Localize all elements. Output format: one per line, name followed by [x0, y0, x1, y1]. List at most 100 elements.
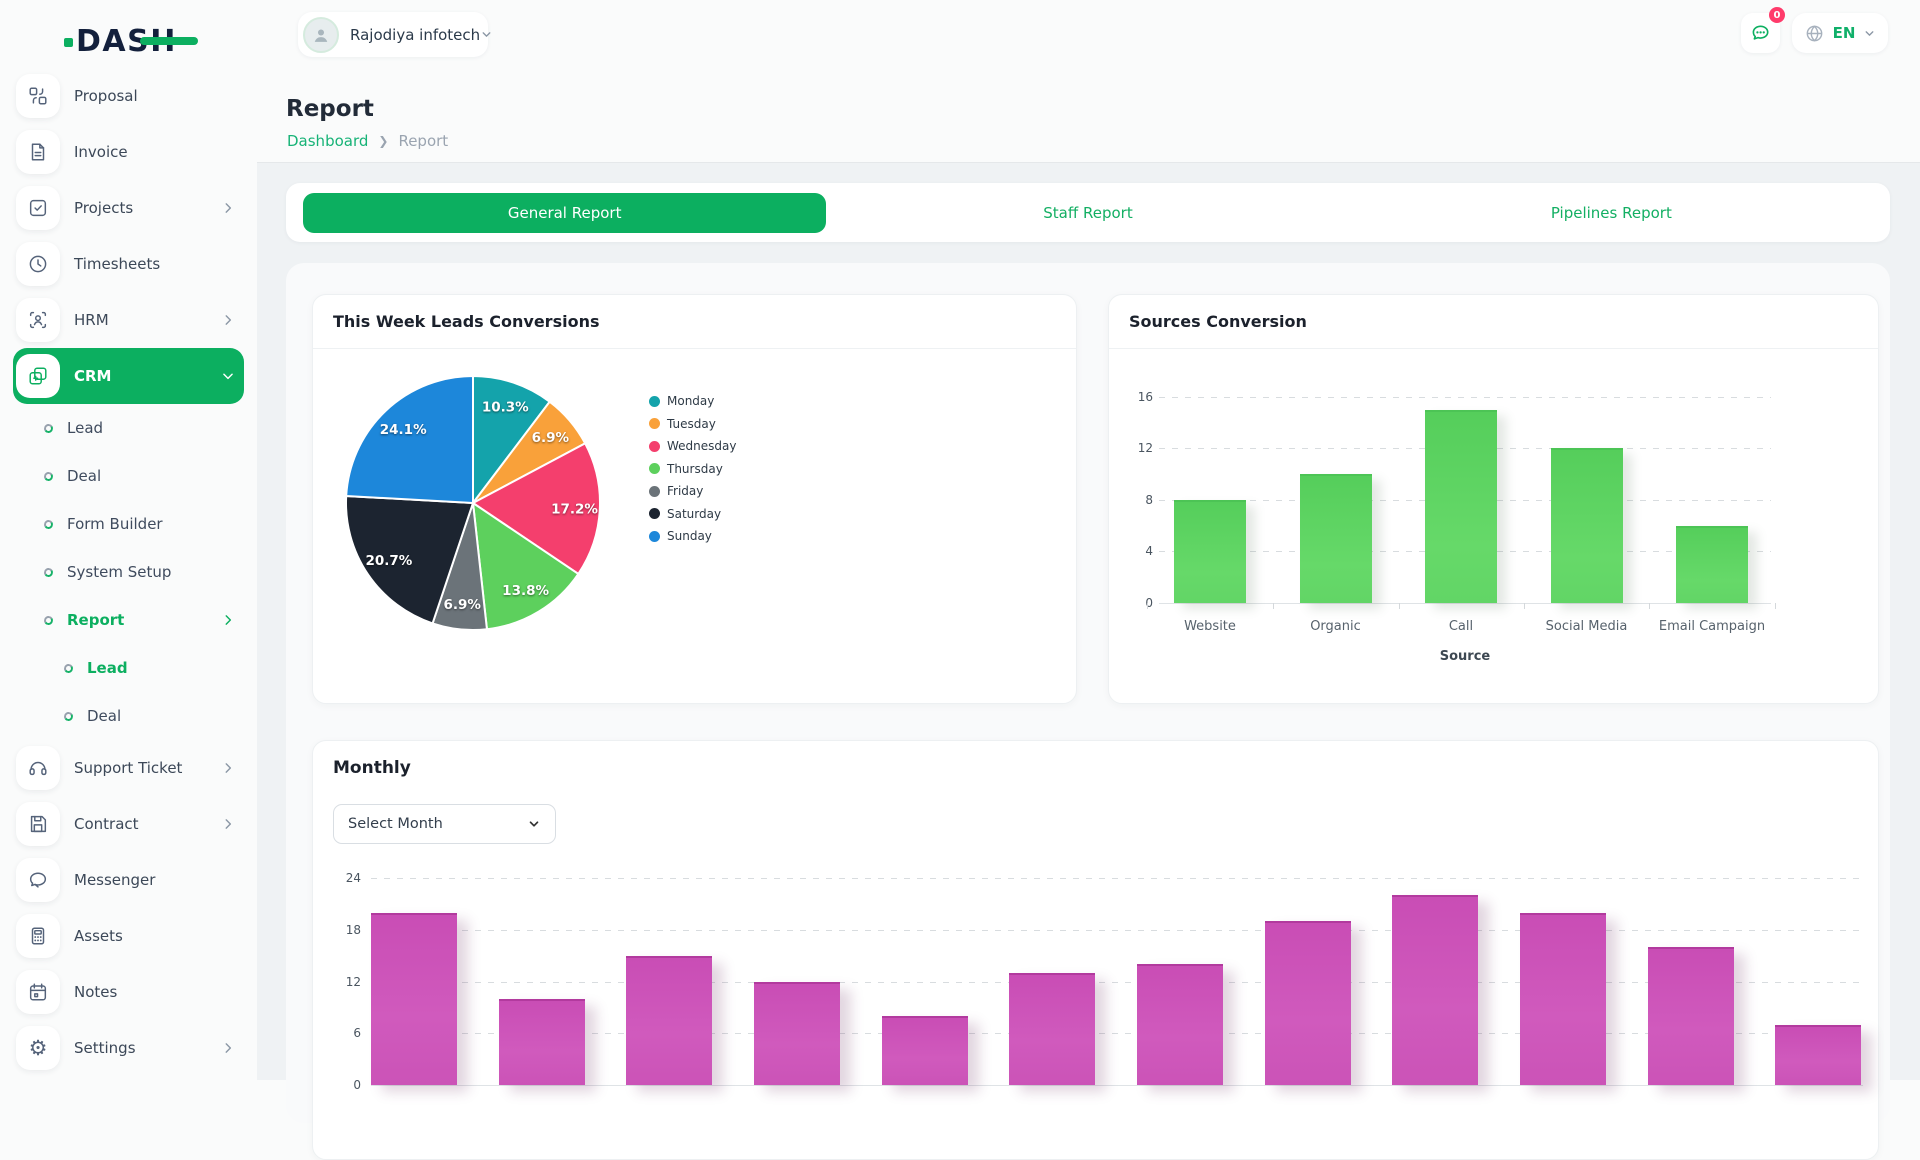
bar-email-campaign[interactable]: [1676, 526, 1748, 603]
messages-button[interactable]: 0: [1741, 13, 1780, 53]
sidebar-icon-box: [16, 970, 60, 1014]
bar-month-1[interactable]: [371, 913, 457, 1085]
card-title: Sources Conversion: [1109, 295, 1878, 349]
y-axis-tick-label: 12: [1117, 441, 1153, 455]
sidebar-item-label: Deal: [87, 707, 244, 725]
logo-accent-bar: [140, 37, 198, 45]
sidebar-item-proposal[interactable]: Proposal: [13, 68, 244, 124]
y-axis-tick-label: 18: [325, 923, 361, 937]
select-month-value: Select Month: [348, 816, 527, 832]
sidebar-icon-box: [16, 130, 60, 174]
bar-month-8[interactable]: [1265, 921, 1351, 1085]
tab-staff-report[interactable]: Staff Report: [826, 193, 1349, 233]
gridline: [371, 982, 1863, 983]
card-title: Monthly: [333, 758, 411, 778]
breadcrumb-dashboard-link[interactable]: Dashboard: [287, 132, 368, 150]
x-axis-title: Source: [1440, 649, 1490, 664]
sidebar-item-assets[interactable]: Assets: [13, 908, 244, 964]
sidebar-item-label: Proposal: [74, 87, 244, 105]
y-axis-tick-label: 8: [1117, 493, 1153, 507]
legend-item-saturday[interactable]: Saturday: [649, 503, 736, 526]
bar-month-10[interactable]: [1520, 913, 1606, 1085]
sidebar-item-system-setup[interactable]: System Setup: [13, 548, 244, 596]
language-selector[interactable]: EN: [1792, 13, 1888, 53]
sidebar-item-label: Invoice: [74, 143, 244, 161]
y-axis-tick-label: 6: [325, 1026, 361, 1040]
proposal-icon: [27, 85, 49, 107]
legend-label: Thursday: [667, 462, 723, 476]
bar-month-3[interactable]: [626, 956, 712, 1085]
bullet-icon: [43, 471, 54, 482]
sidebar-item-projects[interactable]: Projects: [13, 180, 244, 236]
invoice-icon: [27, 141, 49, 163]
bar-month-9[interactable]: [1392, 895, 1478, 1085]
messages-count-badge: 0: [1769, 7, 1785, 23]
page-title: Report: [286, 96, 374, 122]
sidebar-item-label: Contract: [74, 815, 221, 833]
sidebar-item-label: Report: [67, 611, 221, 629]
sidebar-item-form-builder[interactable]: Form Builder: [13, 500, 244, 548]
bar-month-5[interactable]: [882, 1016, 968, 1085]
bar-month-11[interactable]: [1648, 947, 1734, 1085]
bar-organic[interactable]: [1300, 474, 1372, 603]
sidebar-item-crm[interactable]: CRM: [13, 348, 244, 404]
tab-general-report[interactable]: General Report: [303, 193, 826, 233]
legend-dot: [649, 441, 660, 452]
legend-dot: [649, 463, 660, 474]
chevron-right-icon: [221, 761, 235, 775]
sidebar-item-contract[interactable]: Contract: [13, 796, 244, 852]
pie-slice-value-label: 17.2%: [551, 501, 598, 517]
language-code: EN: [1825, 24, 1863, 42]
legend-item-monday[interactable]: Monday: [649, 390, 736, 413]
app-logo[interactable]: DASH: [66, 20, 206, 64]
x-axis-line: [371, 1085, 1863, 1086]
sidebar-icon-box: [16, 914, 60, 958]
sidebar-item-messenger[interactable]: Messenger: [13, 852, 244, 908]
bar-call[interactable]: [1425, 410, 1497, 604]
sidebar-icon-box: [16, 858, 60, 902]
select-month-dropdown[interactable]: Select Month: [333, 804, 556, 844]
legend-item-tuesday[interactable]: Tuesday: [649, 413, 736, 436]
chevron-down-icon: [527, 817, 541, 831]
bar-month-6[interactable]: [1009, 973, 1095, 1085]
sidebar-item-deal[interactable]: Deal: [13, 692, 244, 740]
assets-icon: [27, 925, 49, 947]
sidebar-item-timesheets[interactable]: Timesheets: [13, 236, 244, 292]
x-axis-tick: [1649, 603, 1650, 609]
sidebar-item-hrm[interactable]: HRM: [13, 292, 244, 348]
sidebar-item-label: Projects: [74, 199, 221, 217]
sidebar-icon-box: ⚙: [16, 1026, 60, 1070]
legend-item-thursday[interactable]: Thursday: [649, 458, 736, 481]
legend-item-friday[interactable]: Friday: [649, 480, 736, 503]
bar-month-7[interactable]: [1137, 964, 1223, 1085]
sidebar-item-support-ticket[interactable]: Support Ticket: [13, 740, 244, 796]
sidebar-item-notes[interactable]: Notes: [13, 964, 244, 1020]
bar-month-2[interactable]: [499, 999, 585, 1085]
x-axis-category-label: Website: [1140, 619, 1280, 634]
legend-dot: [649, 531, 660, 542]
sidebar-item-lead[interactable]: Lead: [13, 644, 244, 692]
messenger-icon: [27, 869, 49, 891]
bar-social-media[interactable]: [1551, 448, 1623, 603]
gridline: [371, 878, 1863, 879]
x-axis-tick: [1775, 603, 1776, 609]
bar-month-4[interactable]: [754, 982, 840, 1085]
bar-website[interactable]: [1174, 500, 1246, 603]
y-axis-tick-label: 0: [325, 1078, 361, 1092]
sidebar-item-report[interactable]: Report: [13, 596, 244, 644]
sidebar-item-settings[interactable]: ⚙Settings: [13, 1020, 244, 1076]
bullet-icon: [63, 663, 74, 674]
pie-slice-sunday[interactable]: [346, 376, 473, 503]
legend-item-wednesday[interactable]: Wednesday: [649, 435, 736, 458]
sidebar-item-lead[interactable]: Lead: [13, 404, 244, 452]
bar-month-12[interactable]: [1775, 1025, 1861, 1085]
company-switcher[interactable]: Rajodiya infotech: [298, 12, 488, 57]
legend-item-sunday[interactable]: Sunday: [649, 525, 736, 548]
sidebar-icon-box: [16, 186, 60, 230]
report-tabs: General ReportStaff ReportPipelines Repo…: [286, 183, 1890, 242]
x-axis-tick: [1399, 603, 1400, 609]
sidebar-item-label: Deal: [67, 467, 244, 485]
sidebar-item-deal[interactable]: Deal: [13, 452, 244, 500]
tab-pipelines-report[interactable]: Pipelines Report: [1350, 193, 1873, 233]
sidebar-item-invoice[interactable]: Invoice: [13, 124, 244, 180]
